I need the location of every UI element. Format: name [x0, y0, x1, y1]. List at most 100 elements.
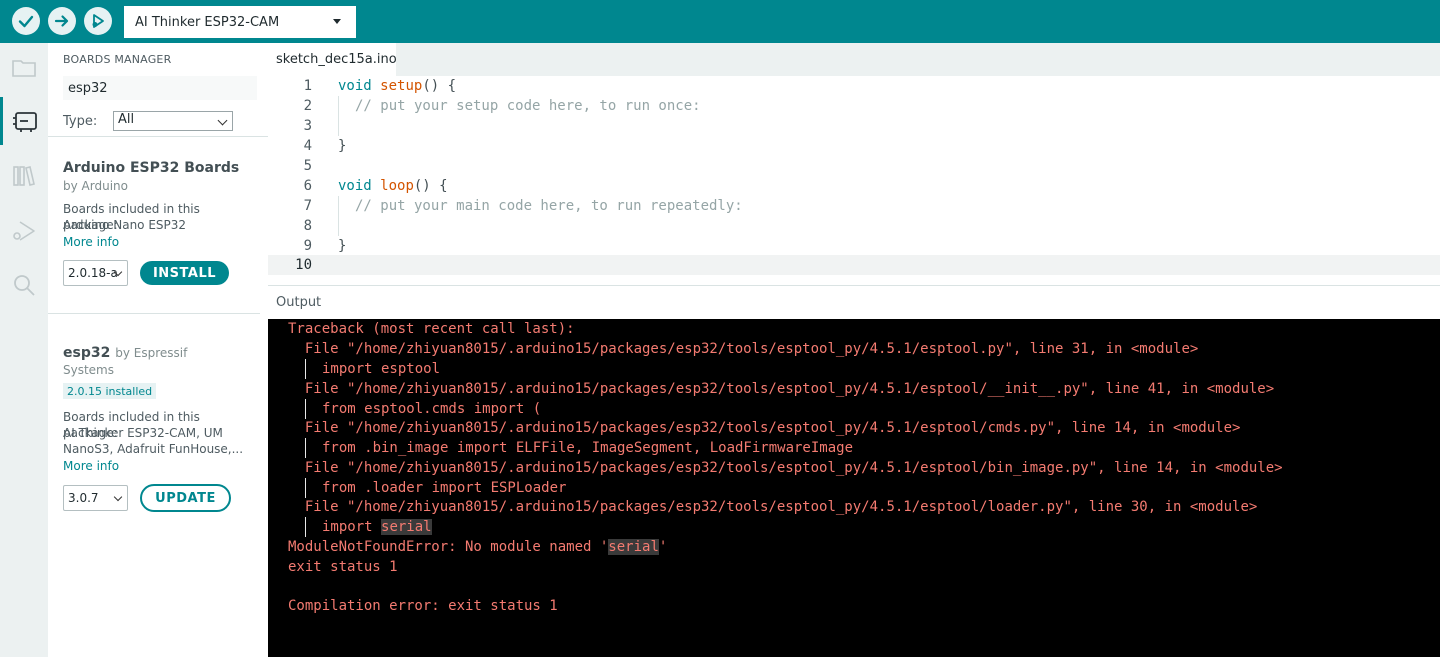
- panel-title: BOARDS MANAGER: [63, 53, 172, 66]
- code-text: void setup() {: [338, 78, 457, 94]
- line-number: 8: [303, 218, 312, 234]
- board-selector-label: AI Thinker ESP32-CAM: [135, 14, 280, 30]
- line-number: 2: [303, 98, 312, 114]
- activity-sketchbook[interactable]: [0, 44, 48, 92]
- divider: [48, 313, 260, 314]
- line-number: 6: [303, 178, 312, 194]
- more-info-link[interactable]: More info: [63, 235, 119, 249]
- line-number: 4: [303, 138, 312, 154]
- type-filter-value: All: [118, 112, 135, 127]
- code-editor[interactable]: 1 void setup() { 2 // put your setup cod…: [268, 76, 1440, 275]
- console-line: from .bin_image import ELFFile, ImageSeg…: [322, 440, 854, 456]
- version-select[interactable]: 2.0.18-a: [63, 260, 128, 286]
- console-line: File "/home/zhiyuan8015/.arduino15/packa…: [288, 460, 1283, 476]
- console-line: File "/home/zhiyuan8015/.arduino15/packa…: [288, 381, 1275, 397]
- console-line: Traceback (most recent call last):: [288, 321, 575, 337]
- code-line: 9 }: [268, 236, 1440, 256]
- installed-badge: 2.0.15 installed: [63, 383, 157, 399]
- library-icon: [13, 166, 35, 186]
- activity-boards-manager[interactable]: [0, 97, 48, 145]
- console-line: ModuleNotFoundError: No module named 'se…: [288, 539, 668, 555]
- code-text: void loop() {: [338, 178, 448, 194]
- line-number: 9: [303, 238, 312, 254]
- code-line: 2 // put your setup code here, to run on…: [268, 96, 1440, 116]
- output-console[interactable]: Traceback (most recent call last): File …: [268, 319, 1440, 657]
- boards-manager-panel: BOARDS MANAGER Type: All Arduino ESP32 B…: [48, 43, 268, 657]
- indent-bar: [305, 517, 306, 537]
- package-author-line2: Systems: [63, 363, 114, 377]
- more-info-link[interactable]: More info: [63, 459, 119, 473]
- package-name: esp32 by Espressif: [63, 345, 187, 361]
- debug-play-icon: [92, 14, 104, 28]
- code-comment: // put your main code here, to run repea…: [355, 198, 743, 214]
- console-line: File "/home/zhiyuan8015/.arduino15/packa…: [288, 341, 1199, 357]
- update-button[interactable]: UPDATE: [140, 484, 231, 512]
- output-panel-header: Output: [268, 286, 1440, 319]
- code-comment: // put your setup code here, to run once…: [355, 98, 701, 114]
- package-author: by Arduino: [63, 179, 128, 193]
- line-number: 5: [303, 158, 312, 174]
- search-input[interactable]: [63, 76, 257, 100]
- console-line: File "/home/zhiyuan8015/.arduino15/packa…: [288, 499, 1258, 515]
- code-line: 7 // put your main code here, to run rep…: [268, 196, 1440, 216]
- activity-bar: [0, 43, 48, 657]
- activity-debug[interactable]: [0, 207, 48, 255]
- chevron-down-icon: [113, 492, 123, 502]
- line-number: 10: [295, 257, 312, 273]
- console-line: from .loader import ESPLoader: [322, 480, 567, 496]
- package-boards: AI Thinker ESP32-CAM, UM NanoS3, Adafrui…: [63, 426, 244, 456]
- code-text: }: [338, 138, 347, 154]
- activity-search[interactable]: [0, 261, 48, 309]
- toolbar: AI Thinker ESP32-CAM: [0, 0, 1440, 43]
- line-number: 7: [303, 198, 312, 214]
- indent-guide: [338, 196, 339, 216]
- verify-button[interactable]: [12, 7, 40, 35]
- indent-guide: [338, 116, 339, 136]
- check-icon: [18, 15, 34, 28]
- editor-tabbar: sketch_dec15a.ino: [268, 43, 1440, 76]
- package-name-text: esp32: [63, 345, 111, 361]
- debug-icon: [13, 221, 35, 241]
- code-line: 5: [268, 156, 1440, 176]
- code-line: 1 void setup() {: [268, 76, 1440, 96]
- code-text: }: [338, 238, 347, 254]
- code-line-current: 10: [268, 255, 1440, 275]
- search-icon: [14, 275, 35, 296]
- code-line: 4 }: [268, 136, 1440, 156]
- upload-button[interactable]: [48, 7, 76, 35]
- indent-guide: [338, 96, 339, 116]
- indent-bar: [305, 359, 306, 379]
- indent-bar: [305, 478, 306, 498]
- console-line: exit status 1: [288, 559, 398, 575]
- package-boards: Arduino Nano ESP32: [63, 218, 187, 232]
- board-selector[interactable]: AI Thinker ESP32-CAM: [124, 6, 356, 38]
- install-button[interactable]: INSTALL: [140, 261, 229, 285]
- chevron-down-icon: [333, 19, 341, 24]
- tab-sketch[interactable]: sketch_dec15a.ino: [268, 43, 397, 76]
- divider: [48, 136, 268, 137]
- console-line: File "/home/zhiyuan8015/.arduino15/packa…: [288, 420, 1241, 436]
- debug-button[interactable]: [84, 7, 112, 35]
- version-select[interactable]: 3.0.7: [63, 485, 128, 511]
- version-value: 3.0.7: [68, 491, 99, 505]
- code-line: 6 void loop() {: [268, 176, 1440, 196]
- code-line: 8: [268, 216, 1440, 236]
- package-name: Arduino ESP32 Boards: [63, 160, 240, 176]
- indent-bar: [305, 399, 306, 419]
- output-title: Output: [276, 295, 322, 310]
- package-author: by Espressif: [115, 346, 188, 360]
- indent-guide: [338, 216, 339, 236]
- arrow-right-icon: [54, 15, 69, 27]
- line-number: 3: [303, 118, 312, 134]
- chevron-down-icon: [217, 115, 228, 126]
- console-line: Compilation error: exit status 1: [288, 598, 558, 614]
- console-line: from esptool.cmds import (: [322, 401, 542, 417]
- code-line: 3: [268, 116, 1440, 136]
- console-line: import esptool: [322, 361, 441, 377]
- type-label: Type:: [63, 114, 98, 129]
- line-number: 1: [303, 78, 312, 94]
- folder-icon: [12, 60, 36, 77]
- activity-library-manager[interactable]: [0, 152, 48, 200]
- type-filter-select[interactable]: All: [113, 111, 233, 131]
- version-value: 2.0.18-a: [68, 266, 118, 280]
